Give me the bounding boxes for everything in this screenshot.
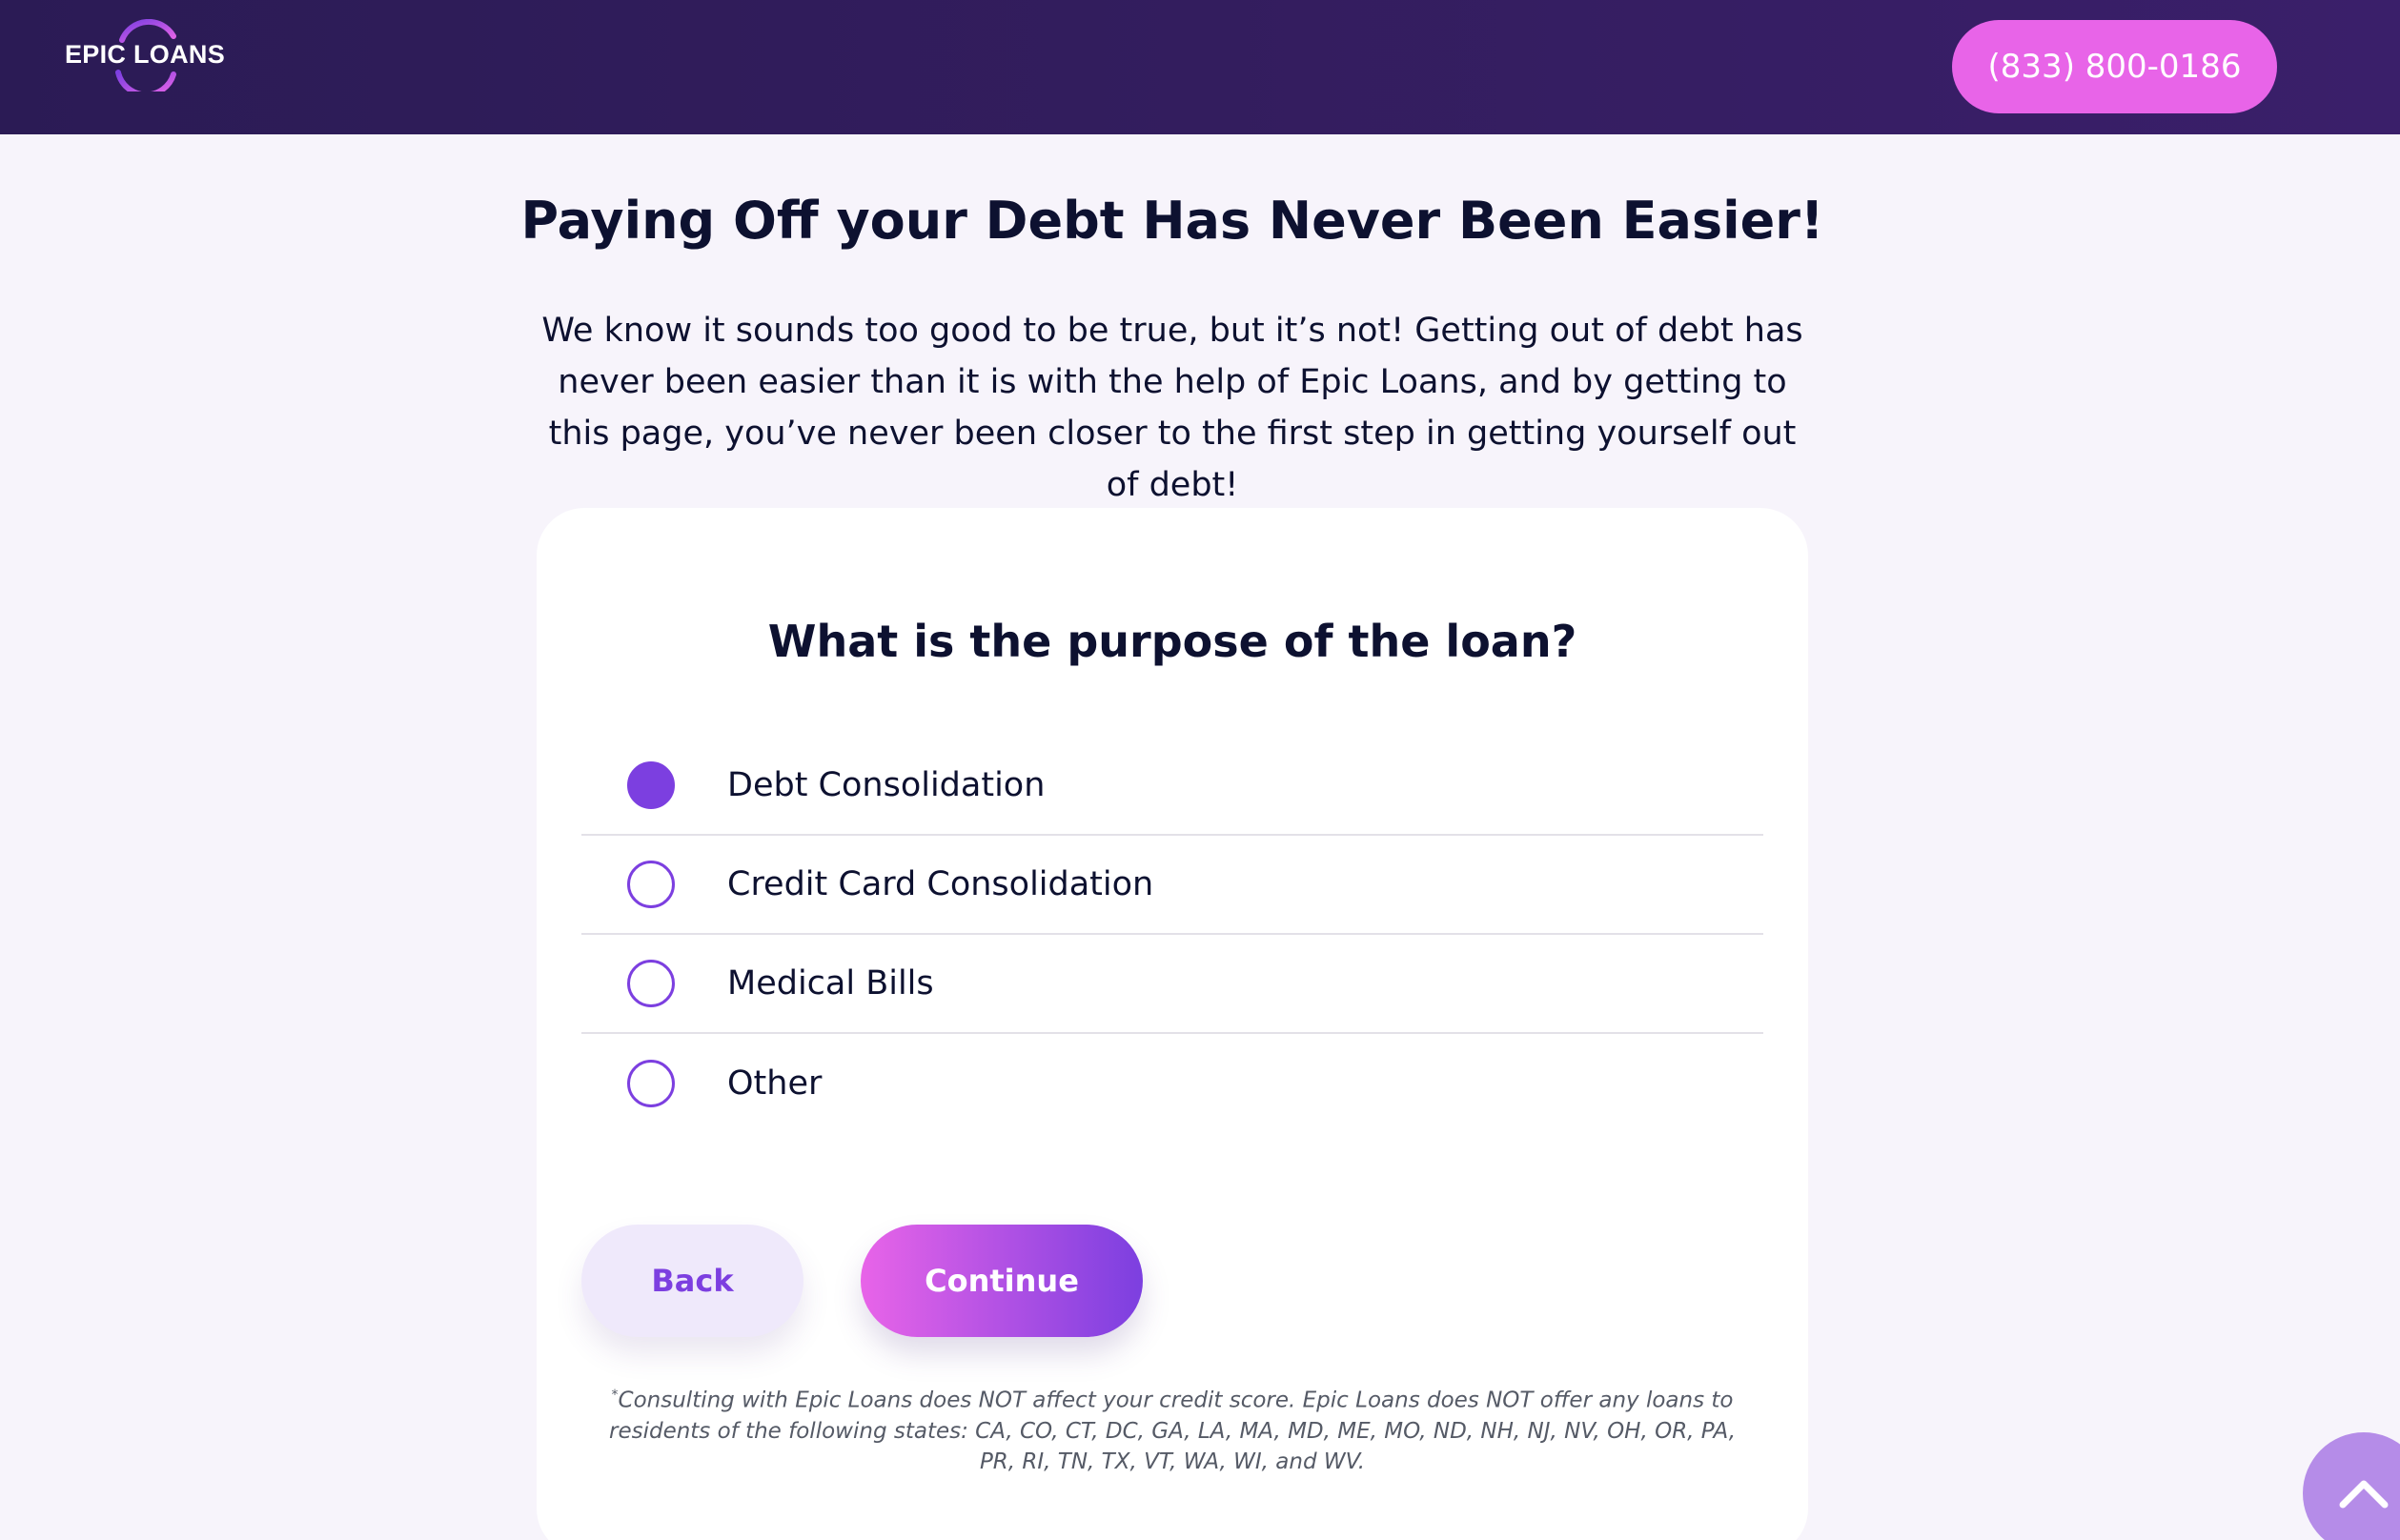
continue-button[interactable]: Continue [861, 1225, 1143, 1337]
back-button[interactable]: Back [581, 1225, 803, 1337]
question-heading: What is the purpose of the loan? [767, 616, 1577, 667]
credit-disclaimer: *Consulting with Epic Loans does NOT aff… [600, 1380, 1744, 1477]
page-title: Paying Off your Debt Has Never Been Easi… [520, 191, 1824, 251]
intro-paragraph: We know it sounds too good to be true, b… [541, 312, 1803, 504]
loan-purpose-options: Debt Consolidation Credit Card Consolida… [581, 737, 1763, 1133]
call-phone-button[interactable]: (833) 800-0186 [1952, 20, 2277, 113]
option-label: Other [727, 1064, 823, 1103]
radio-credit-card-consolidation[interactable] [627, 861, 675, 908]
epic-loans-logo[interactable]: EPIC LOANS [61, 19, 233, 91]
radio-medical-bills[interactable] [627, 960, 675, 1007]
option-label: Debt Consolidation [727, 766, 1046, 804]
option-label: Credit Card Consolidation [727, 865, 1154, 903]
radio-other[interactable] [627, 1060, 675, 1107]
option-credit-card-consolidation[interactable]: Credit Card Consolidation [581, 836, 1763, 935]
scroll-to-top-button[interactable] [2303, 1432, 2400, 1540]
disclaimer-marker: * [611, 1388, 619, 1403]
option-other[interactable]: Other [581, 1034, 1763, 1133]
option-debt-consolidation[interactable]: Debt Consolidation [581, 737, 1763, 836]
site-header: EPIC LOANS (833) 800-0186 [0, 0, 2400, 134]
chevron-up-icon [2339, 1480, 2389, 1509]
option-medical-bills[interactable]: Medical Bills [581, 935, 1763, 1034]
logo-text: EPIC LOANS [65, 40, 226, 69]
option-label: Medical Bills [727, 964, 934, 1003]
disclaimer-text: Consulting with Epic Loans does NOT affe… [608, 1388, 1737, 1474]
radio-debt-consolidation[interactable] [627, 761, 675, 809]
